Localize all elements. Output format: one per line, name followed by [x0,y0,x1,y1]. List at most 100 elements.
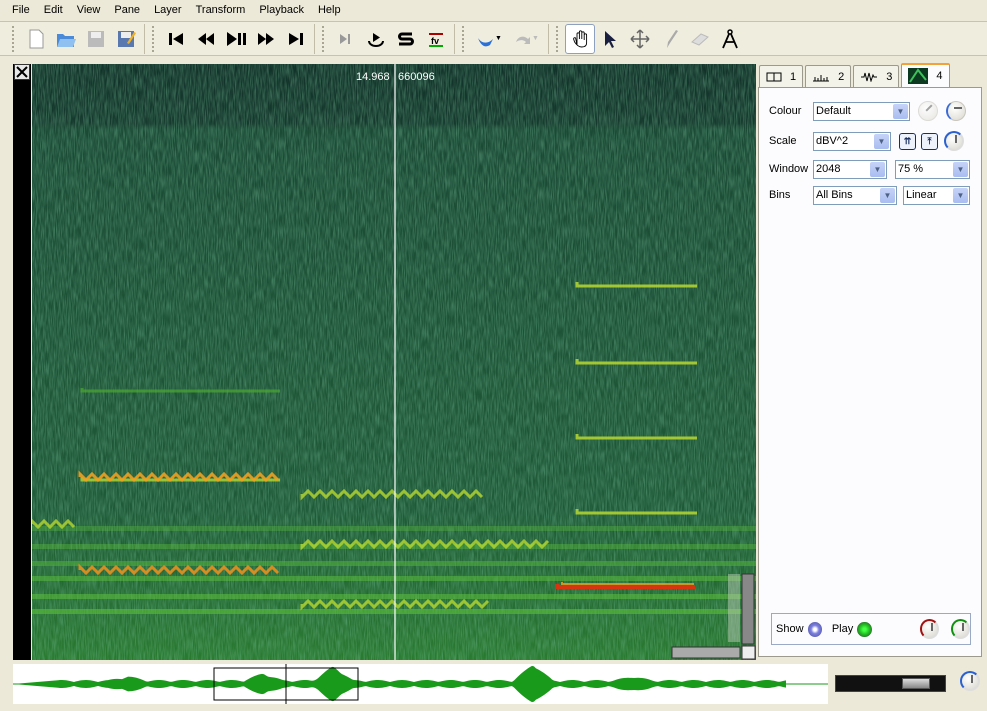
close-pane-button[interactable] [14,64,30,80]
toolbar-grip[interactable] [152,25,155,52]
bins-row: Bins All Bins ▼ Linear ▼ [769,185,970,205]
playback-pan-knob[interactable] [950,619,970,639]
eraser-icon [690,32,709,46]
toolbar-grip[interactable] [555,25,559,52]
save-file-button[interactable] [81,24,111,54]
compass-icon [722,28,738,48]
toolbar-grip[interactable] [322,25,325,52]
constrain-icon [340,33,350,44]
fast-forward-end-button[interactable] [281,24,311,54]
normalize-columns-button[interactable]: ⇈ [899,132,916,150]
erase-tool-button[interactable] [685,24,715,54]
toolbar-grip[interactable] [462,25,465,52]
spectral-band [32,561,756,566]
spectrogram-layer [32,64,756,660]
solo-button[interactable] [391,24,421,54]
colour-contrast-knob[interactable] [946,101,966,121]
tab-layer-3[interactable]: 3 [853,65,900,87]
fast-forward-icon [258,32,274,45]
menu-transform[interactable]: Transform [189,4,253,16]
vertical-zoom-wheel[interactable] [741,573,755,645]
spectral-band [32,526,756,531]
bins-label: Bins [769,189,791,201]
zoom-reset-button[interactable] [741,645,756,660]
menu-help[interactable]: Help [311,4,348,16]
show-toggle[interactable] [807,621,822,637]
redo-dropdown-icon[interactable]: ▼ [532,35,539,42]
draw-tool-button[interactable] [655,24,685,54]
bins-select[interactable]: All Bins ▼ [813,185,897,205]
toolbar: fv ▼ ▼ [0,21,987,56]
gain-knob[interactable] [944,131,964,151]
window-overlap-select[interactable]: 75 % ▼ [895,159,970,179]
tab-layer-2[interactable]: 2 [805,65,852,87]
frequency-scale-select[interactable]: Linear ▼ [903,185,970,205]
playback-speed-slider[interactable] [835,675,946,692]
window-row: Window 2048 ▼ 75 % ▼ [769,159,970,179]
pane-icon [766,72,782,81]
toolbar-grip[interactable] [12,25,15,52]
svg-text:fv: fv [431,36,439,46]
chevron-down-icon: ▼ [953,161,968,177]
frame-readout: 660096 [398,71,435,83]
slider-thumb[interactable] [902,678,930,689]
rewind-button[interactable] [191,24,221,54]
loop-button[interactable] [361,24,391,54]
spectral-band [32,594,756,599]
solo-icon [398,32,414,45]
loop-icon [368,32,384,47]
measure-tool-button[interactable] [715,24,745,54]
vertical-zoom-scroll[interactable] [728,574,740,642]
window-size-select[interactable]: 2048 ▼ [813,159,887,179]
colour-rotation-knob[interactable] [918,101,938,121]
spectral-band [32,576,756,581]
scale-select[interactable]: dBV^2 ▼ [813,131,891,151]
colour-value: Default [816,105,851,117]
time-ruler-icon [813,74,830,81]
play-pause-button[interactable] [221,24,251,54]
open-file-button[interactable] [51,24,81,54]
colour-select[interactable]: Default ▼ [813,101,910,121]
rewind-start-button[interactable] [161,24,191,54]
scale-row: Scale dBV^2 ▼ ⇈ ⤒ [769,131,964,151]
hand-icon [573,29,587,47]
window-label: Window [769,163,809,175]
normalize-visible-button[interactable]: ⤒ [921,132,938,150]
play-toggle[interactable] [857,621,872,637]
colour-row: Colour Default ▼ [769,101,966,121]
tab-layer-1[interactable]: 1 [759,65,804,87]
tab-label: 4 [936,70,943,82]
pane-vertical-scale [13,64,31,660]
overview-waveform[interactable] [13,664,828,704]
menu-pane[interactable]: Pane [107,4,147,16]
chevron-down-icon: ▼ [880,187,895,203]
constrain-playback-button[interactable] [331,24,361,54]
move-icon [630,28,650,49]
menu-layer[interactable]: Layer [147,4,189,16]
menu-edit[interactable]: Edit [37,4,70,16]
select-tool-button[interactable] [595,24,625,54]
skip-start-icon [169,32,183,45]
follow-playback-button[interactable]: fv [421,24,451,54]
move-tool-button[interactable] [625,24,655,54]
new-file-button[interactable] [21,24,51,54]
playback-gain-knob[interactable] [919,619,939,639]
spectrogram-icon [908,68,929,84]
undo-dropdown-icon[interactable]: ▼ [495,35,502,42]
tab-layer-4[interactable]: 4 [901,63,950,87]
save-as-button[interactable] [111,24,141,54]
navigate-tool-button[interactable] [564,23,595,54]
menu-file[interactable]: File [5,4,37,16]
tab-label: 2 [838,70,845,83]
menu-view[interactable]: View [70,4,108,16]
spectrogram-pane[interactable]: 14.968 660096 [32,64,756,660]
fast-forward-button[interactable] [251,24,281,54]
horizontal-zoom-wheel[interactable] [671,646,741,659]
folder-open-icon [57,33,76,47]
master-volume-knob[interactable] [960,671,980,691]
arrow-pointer-icon [604,30,616,48]
redo-icon [515,36,530,44]
menu-playback[interactable]: Playback [252,4,311,16]
time-readout: 14.968 [356,71,390,83]
new-file-icon [29,29,44,48]
